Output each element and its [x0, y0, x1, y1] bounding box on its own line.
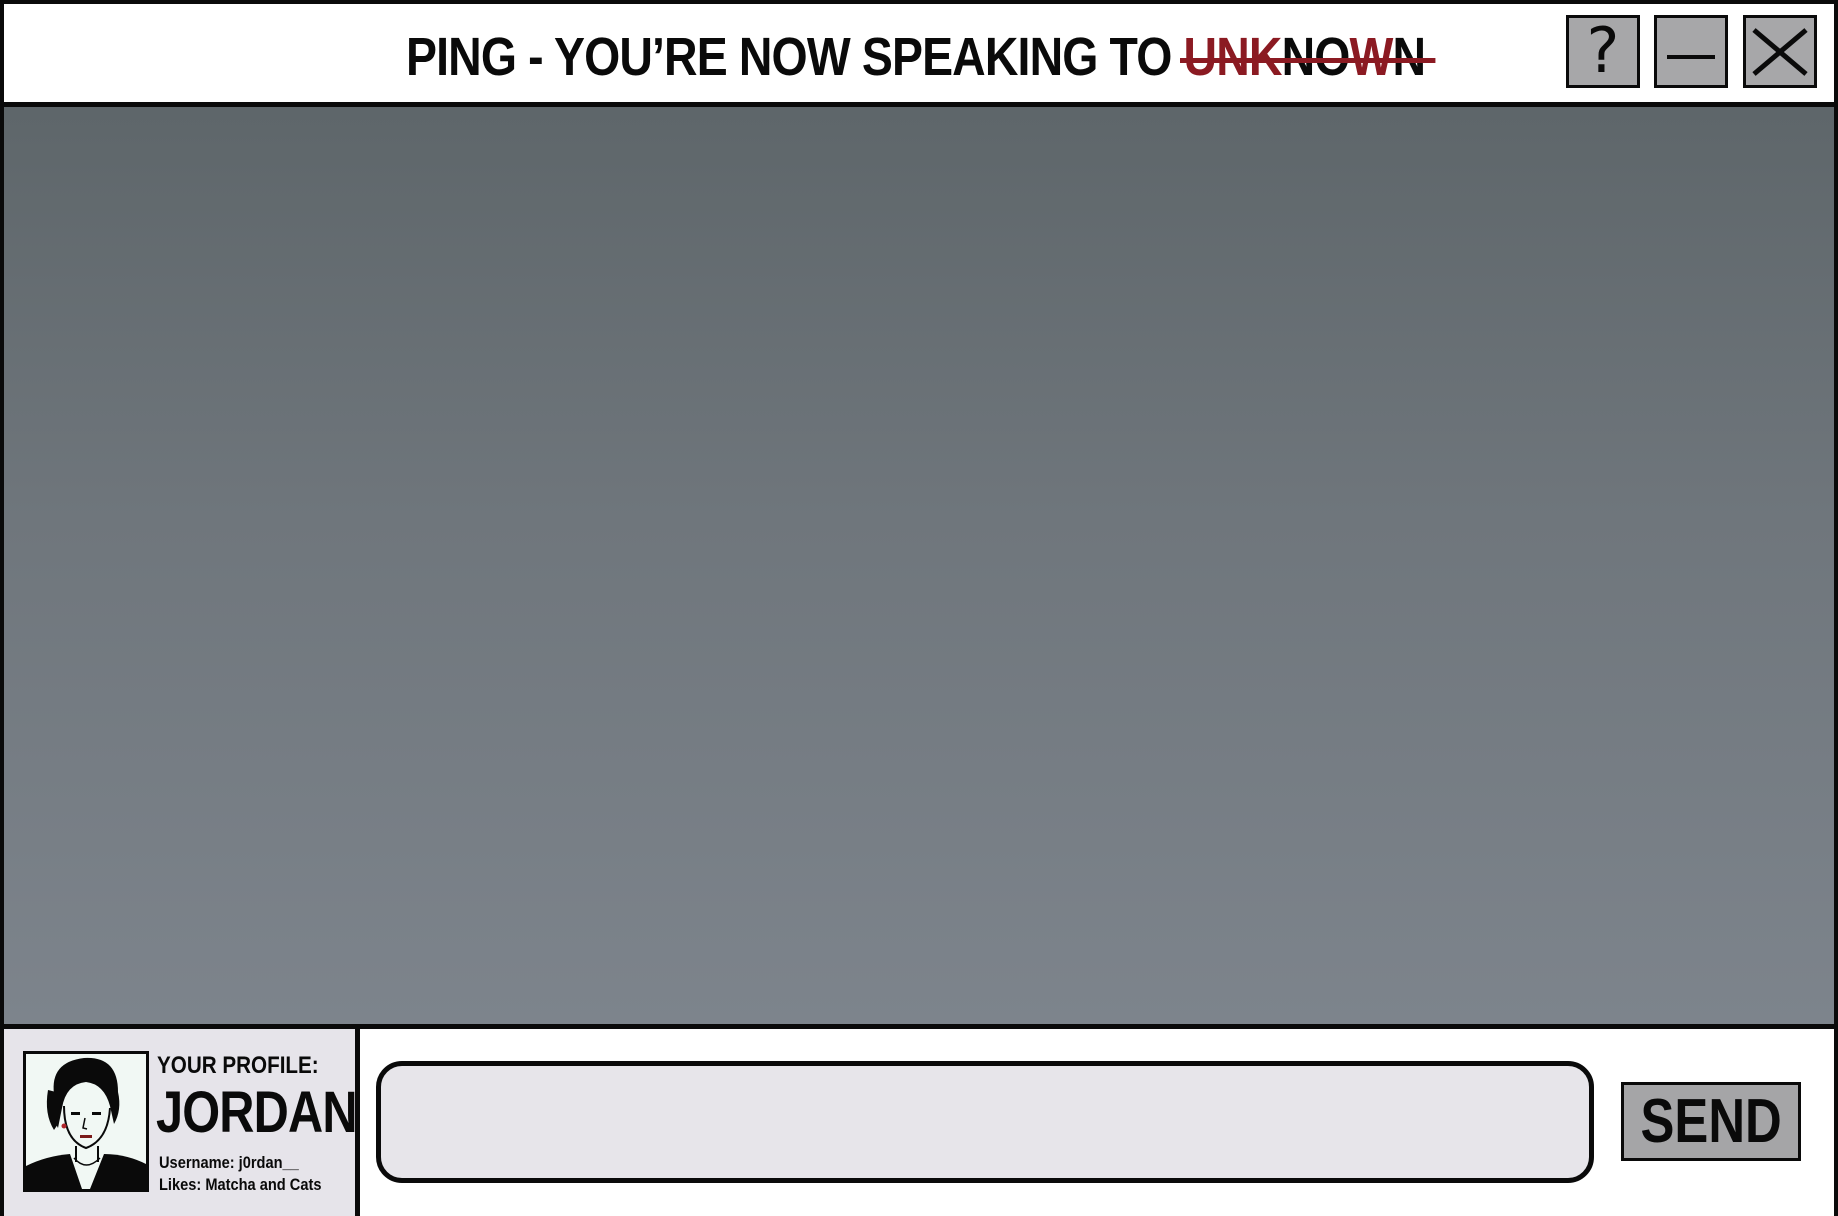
struck-name-letter: O	[1314, 27, 1350, 87]
profile-likes: Likes: Matcha and Cats	[159, 1175, 322, 1194]
close-icon	[1752, 27, 1808, 76]
struck-name-letters: UNKNOWN	[1183, 27, 1427, 87]
bottom-panel: YOUR PROFILE: JORDAN Username: j0rdan__ …	[4, 1024, 1834, 1216]
ping-window: PING - YOU’RE NOW SPEAKING TO UNKNOWN ?	[0, 0, 1838, 1216]
chat-message-area[interactable]	[4, 107, 1834, 1024]
struck-name-letter: U	[1183, 27, 1218, 87]
help-button[interactable]: ?	[1566, 15, 1640, 88]
minimize-icon	[1667, 54, 1715, 59]
struck-name-letter: K	[1248, 27, 1283, 87]
window-title: PING - YOU’RE NOW SPEAKING TO UNKNOWN	[406, 22, 1436, 92]
title-prefix: PING - YOU’RE NOW SPEAKING TO	[406, 27, 1172, 87]
title-bar: PING - YOU’RE NOW SPEAKING TO UNKNOWN ?	[4, 4, 1834, 107]
send-button-label: SEND	[1640, 1087, 1782, 1156]
strikethrough-line	[1180, 58, 1436, 64]
struck-name-letter: N	[1392, 27, 1427, 87]
close-button[interactable]	[1743, 15, 1817, 88]
profile-card: YOUR PROFILE: JORDAN Username: j0rdan__ …	[4, 1029, 360, 1216]
struck-name-letter: W	[1349, 27, 1394, 87]
profile-username: Username: j0rdan__	[159, 1153, 299, 1172]
struck-name-letter: N	[1281, 27, 1316, 87]
profile-name: JORDAN	[156, 1080, 358, 1145]
struck-contact-name: UNKNOWN	[1180, 26, 1436, 88]
profile-heading: YOUR PROFILE:	[157, 1052, 319, 1079]
avatar	[23, 1051, 149, 1192]
message-input[interactable]	[376, 1061, 1594, 1183]
minimize-button[interactable]	[1654, 15, 1728, 88]
avatar-portrait-icon	[26, 1054, 146, 1189]
struck-name-letter: N	[1216, 27, 1250, 87]
send-button[interactable]: SEND	[1621, 1082, 1801, 1161]
question-icon: ?	[1586, 13, 1620, 87]
